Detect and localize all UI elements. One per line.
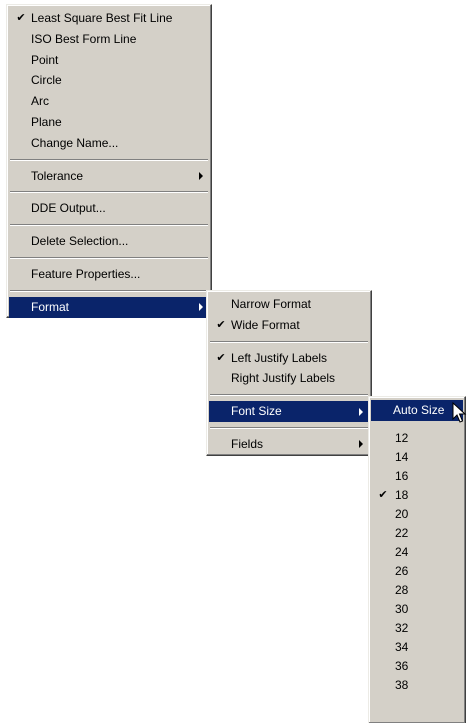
submenu-arrow-icon	[199, 303, 203, 312]
menu-item-left-justify-labels[interactable]: ✔ Left Justify Labels	[209, 348, 369, 369]
menu-item-label: ISO Best Form Line	[31, 31, 137, 46]
menu-item-arc[interactable]: Arc	[9, 91, 209, 112]
menu-item-label: 30	[395, 601, 409, 616]
menu-separator	[10, 191, 208, 194]
menu-item-label: Tolerance	[31, 168, 84, 183]
menu-item-least-square-best-fit-line[interactable]: ✔ Least Square Best Fit Line	[9, 8, 209, 29]
menu-item-font-size-28[interactable]: 28	[371, 581, 463, 600]
menu-item-font-size-38[interactable]: 38	[371, 676, 463, 695]
font-size-list: 12 14 16 ✔ 18 20 22 24 26 28 30 32 34 36 38	[371, 429, 463, 695]
menu-item-label: Narrow Format	[231, 297, 312, 311]
menu-item-fields[interactable]: Fields	[209, 434, 369, 455]
menu-item-font-size-18[interactable]: ✔ 18	[371, 486, 463, 505]
menu-item-label: 12	[395, 430, 409, 445]
menu-item-font-size-26[interactable]: 26	[371, 562, 463, 581]
menu-item-label: 22	[395, 525, 409, 540]
menu-item-auto-size[interactable]: Auto Size	[371, 400, 463, 421]
menu-item-font-size-16[interactable]: 16	[371, 467, 463, 486]
menu-item-change-name[interactable]: Change Name...	[9, 133, 209, 154]
menu-item-font-size-20[interactable]: 20	[371, 505, 463, 524]
menu-item-label: Change Name...	[31, 135, 119, 150]
menu-item-label: Wide Format	[231, 317, 300, 332]
submenu-arrow-icon	[199, 171, 203, 180]
menu-item-wide-format[interactable]: ✔ Wide Format	[209, 315, 369, 336]
menu-item-narrow-format[interactable]: Narrow Format	[209, 294, 369, 315]
menu-item-circle[interactable]: Circle	[9, 70, 209, 91]
format-submenu: Narrow Format ✔ Wide Format ✔ Left Justi…	[206, 290, 372, 456]
menu-item-label: Format	[31, 299, 70, 314]
menu-item-label: 28	[395, 582, 409, 597]
menu-item-label: Feature Properties...	[31, 266, 141, 281]
menu-item-format[interactable]: Format	[9, 296, 209, 318]
menu-item-dde-output[interactable]: DDE Output...	[9, 198, 209, 219]
menu-item-label: Auto Size	[393, 403, 445, 417]
menu-item-label: 20	[395, 506, 409, 521]
menu-item-font-size-34[interactable]: 34	[371, 638, 463, 657]
menu-item-label: Point	[31, 52, 59, 67]
menu-item-label: Plane	[31, 114, 62, 129]
menu-item-delete-selection[interactable]: Delete Selection...	[9, 231, 209, 252]
checkmark-icon: ✔	[216, 318, 226, 331]
context-menu: ✔ Least Square Best Fit Line ISO Best Fo…	[6, 4, 212, 318]
menu-item-label: Fields	[231, 436, 264, 451]
menu-item-iso-best-form-line[interactable]: ISO Best Form Line	[9, 29, 209, 50]
checkmark-icon: ✔	[16, 12, 26, 24]
menu-item-font-size-14[interactable]: 14	[371, 448, 463, 467]
checkmark-icon: ✔	[216, 351, 226, 364]
menu-item-right-justify-labels[interactable]: Right Justify Labels	[209, 368, 369, 389]
menu-item-label: 16	[395, 468, 409, 483]
submenu-arrow-icon	[359, 407, 363, 416]
menu-item-font-size-36[interactable]: 36	[371, 657, 463, 676]
menu-item-label: 38	[395, 677, 409, 692]
menu-item-label: 34	[395, 639, 409, 654]
menu-item-label: 14	[395, 449, 409, 464]
menu-item-font-size-12[interactable]: 12	[371, 429, 463, 448]
menu-item-font-size[interactable]: Font Size	[209, 401, 369, 422]
menu-separator	[10, 158, 208, 161]
menu-separator	[10, 224, 208, 227]
menu-item-label: 26	[395, 563, 409, 578]
menu-item-font-size-24[interactable]: 24	[371, 543, 463, 562]
menu-item-label: 32	[395, 620, 409, 635]
menu-item-label: Circle	[31, 73, 62, 88]
menu-item-label: 18	[395, 487, 409, 502]
menu-item-point[interactable]: Point	[9, 50, 209, 71]
menu-separator	[210, 394, 368, 397]
menu-item-label: Least Square Best Fit Line	[31, 11, 173, 25]
menu-item-label: DDE Output...	[31, 201, 106, 216]
menu-item-label: 36	[395, 658, 409, 673]
menu-gap	[371, 421, 463, 429]
checkmark-icon: ✔	[378, 488, 388, 501]
submenu-arrow-icon	[359, 440, 363, 449]
menu-separator	[10, 256, 208, 259]
menu-item-font-size-32[interactable]: 32	[371, 619, 463, 638]
menu-item-font-size-22[interactable]: 22	[371, 524, 463, 543]
menu-separator	[210, 340, 368, 343]
menu-item-font-size-30[interactable]: 30	[371, 600, 463, 619]
menu-item-label: Font Size	[231, 404, 282, 419]
mouse-pointer-icon	[452, 402, 467, 423]
menu-item-plane[interactable]: Plane	[9, 112, 209, 133]
menu-separator	[210, 426, 368, 429]
menu-item-feature-properties[interactable]: Feature Properties...	[9, 264, 209, 285]
menu-item-label: 24	[395, 544, 409, 559]
menu-item-tolerance[interactable]: Tolerance	[9, 166, 209, 187]
menu-item-label: Delete Selection...	[31, 234, 129, 249]
menu-item-label: Right Justify Labels	[231, 371, 336, 386]
menu-item-label: Arc	[31, 94, 49, 109]
font-size-submenu: Auto Size 12 14 16 ✔ 18 20 22 24 26 28 30 32 34 36 38	[368, 396, 466, 723]
menu-item-label: Left Justify Labels	[231, 350, 328, 365]
menu-separator	[10, 289, 208, 292]
